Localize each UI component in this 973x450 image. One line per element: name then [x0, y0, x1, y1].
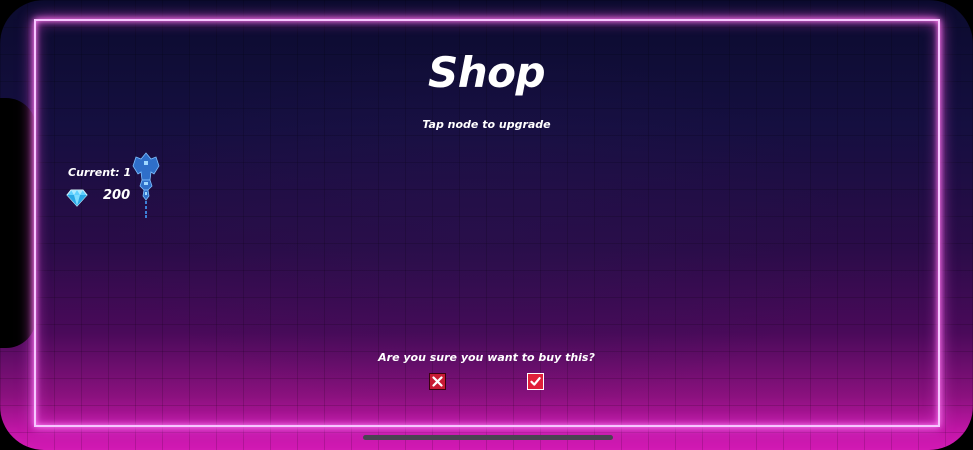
cancel-button[interactable]	[429, 373, 446, 390]
home-indicator[interactable]	[363, 435, 613, 440]
confirm-button[interactable]	[527, 373, 544, 390]
current-level-label: Current: 1	[68, 166, 132, 179]
diamond-icon	[66, 189, 88, 207]
ship-icon[interactable]	[132, 152, 160, 218]
instruction-text: Tap node to upgrade	[422, 118, 551, 131]
close-icon	[432, 376, 443, 387]
purchase-confirm-question: Are you sure you want to buy this?	[378, 351, 595, 364]
game-screen: Shop Tap node to upgrade Current: 1 200 …	[0, 0, 973, 450]
page-title: Shop	[427, 48, 546, 97]
device-notch	[0, 98, 36, 348]
checkmark-icon	[530, 377, 541, 386]
gem-count: 200	[103, 188, 131, 203]
